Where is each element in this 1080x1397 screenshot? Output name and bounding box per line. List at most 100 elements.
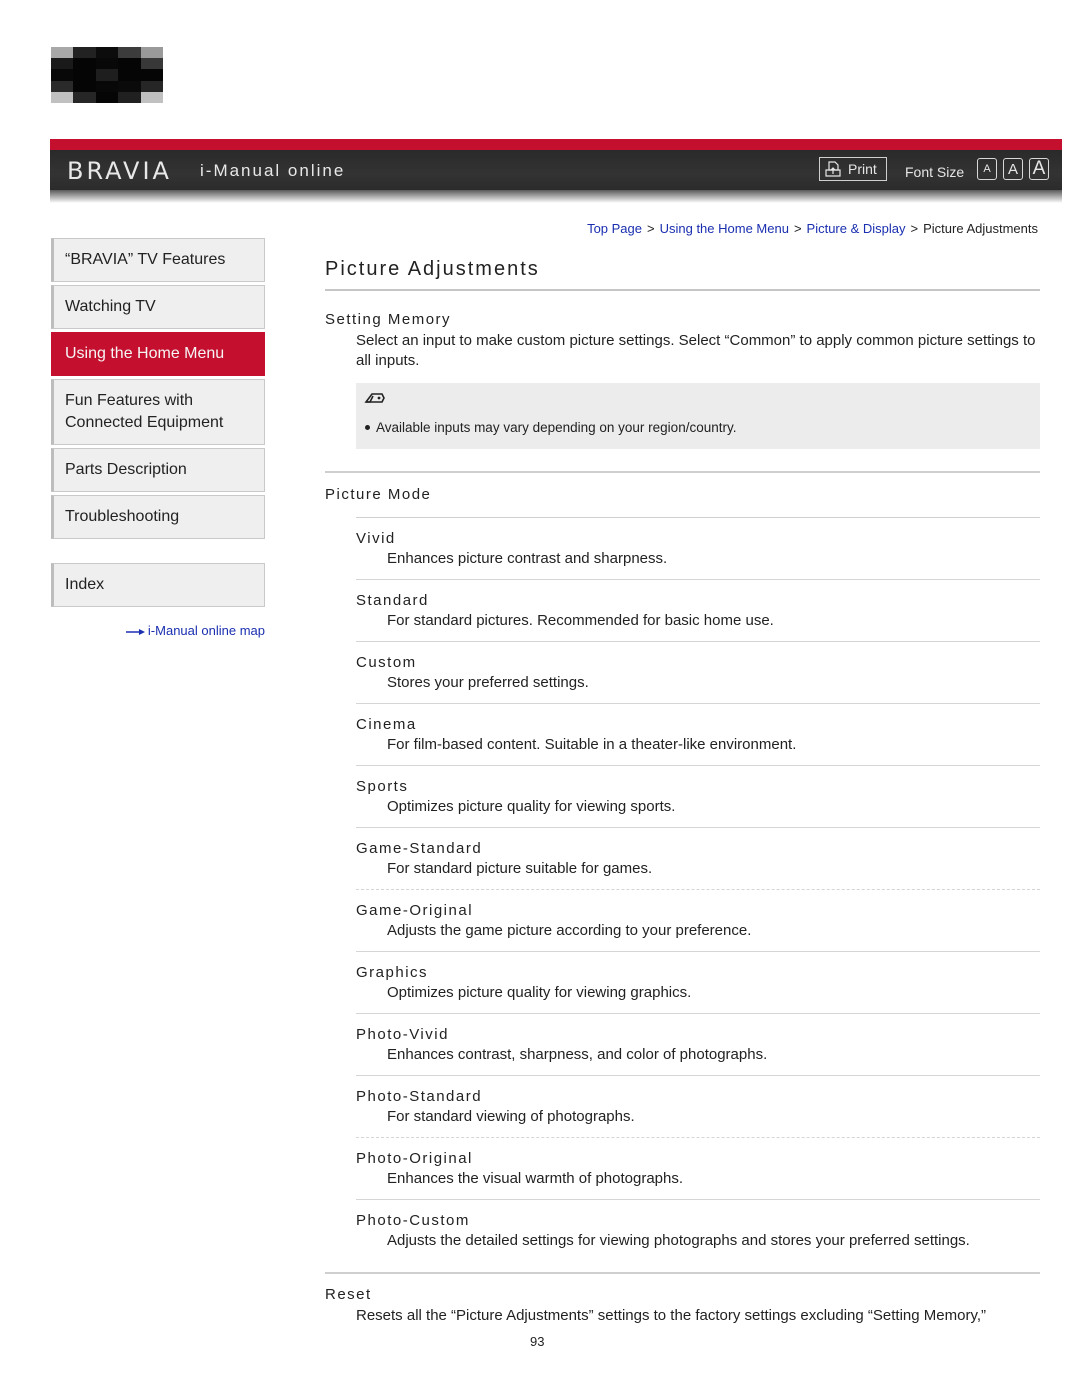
picture-mode-name: Custom [356,654,417,671]
logo-pixel [140,80,163,92]
picture-mode-item: Standard For standard pictures. Recommend… [356,580,1040,642]
picture-mode-name: Graphics [356,964,429,981]
print-label: Print [848,161,877,177]
sidebar-item-using-home-menu[interactable]: Using the Home Menu [51,332,265,376]
breadcrumb-separator: > [910,221,919,236]
sidebar-item-bravia-features[interactable]: “BRAVIA” TV Features [51,238,265,282]
logo-pixel [118,47,141,59]
picture-mode-title: Picture Mode [325,486,432,503]
picture-mode-name: Photo-Custom [356,1212,470,1229]
site-subtitle: i-Manual online [200,161,346,180]
sidebar-item-watching-tv[interactable]: Watching TV [51,285,265,329]
breadcrumb-using-home-menu[interactable]: Using the Home Menu [660,221,789,236]
logo-pixel [95,58,119,70]
picture-mode-description: Optimizes picture quality for viewing sp… [387,798,676,815]
sidebar-item-index[interactable]: Index [51,563,265,607]
logo-pixel [95,80,119,92]
note-pencil-icon [364,393,385,403]
arrow-right-icon [125,628,145,635]
logo-pixel [118,91,141,103]
logo-pixel [140,69,163,81]
logo-pixel [95,47,119,59]
logo-pixel [140,58,163,70]
picture-mode-name: Photo-Vivid [356,1026,449,1043]
logo-pixel [51,58,74,70]
print-button[interactable]: Print [819,157,887,181]
font-size-label: Font Size [905,164,965,180]
main-content: Picture Adjustments Setting Memory Selec… [325,258,1040,1326]
logo-pixel [118,58,141,70]
note-text: Available inputs may vary depending on y… [376,420,737,435]
picture-mode-description: For standard pictures. Recommended for b… [387,612,774,629]
picture-mode-item: Cinema For film-based content. Suitable i… [356,704,1040,766]
picture-mode-description: Optimizes picture quality for viewing gr… [387,984,692,1001]
picture-mode-name: Standard [356,592,429,609]
logo-pixel [73,47,96,59]
picture-mode-name: Sports [356,778,409,795]
picture-mode-name: Cinema [356,716,417,733]
pixel-logo [51,47,163,103]
logo-pixel [73,69,96,81]
header-toolbar: BRAVIA i-Manual online Print Font Size A… [50,150,1062,190]
logo-pixel [51,47,74,59]
sidebar-item-fun-features[interactable]: Fun Features with Connected Equipment [51,379,265,445]
page-title: Picture Adjustments [325,258,1040,291]
picture-mode-description: Enhances the visual warmth of photograph… [387,1170,684,1187]
section-divider [325,1272,1040,1274]
picture-mode-description: Enhances contrast, sharpness, and color … [387,1046,768,1063]
breadcrumb-picture-display[interactable]: Picture & Display [807,221,906,236]
picture-mode-item: Game-Original Adjusts the game picture ac… [356,890,1040,952]
logo-pixel [118,80,141,92]
picture-mode-name: Vivid [356,530,396,547]
picture-mode-item: Photo-Original Enhances the visual warmth… [356,1138,1040,1200]
picture-mode-item: Photo-Standard For standard viewing of ph… [356,1076,1040,1138]
bullet-icon [365,425,370,430]
brand-logo: BRAVIA [67,157,172,185]
note-box: Available inputs may vary depending on y… [356,383,1040,449]
picture-mode-item: Sports Optimizes picture quality for view… [356,766,1040,828]
picture-mode-name: Game-Original [356,902,474,919]
picture-mode-item: Photo-Vivid Enhances contrast, sharpness,… [356,1014,1040,1076]
setting-memory-description: Select an input to make custom picture s… [356,332,1036,369]
page-number: 93 [530,1334,545,1349]
picture-mode-description: Enhances picture contrast and sharpness. [387,550,668,567]
picture-mode-description: For standard viewing of photographs. [387,1108,635,1125]
logo-pixel [140,47,163,59]
logo-pixel [73,58,96,70]
header-accent-line [50,139,1062,150]
picture-mode-description: Stores your preferred settings. [387,674,589,691]
note-item: Available inputs may vary depending on y… [364,420,1032,435]
logo-pixel [73,91,96,103]
sidebar-item-parts-description[interactable]: Parts Description [51,448,265,492]
picture-mode-description: Adjusts the detailed settings for viewin… [387,1232,970,1249]
logo-pixel [118,69,141,81]
picture-mode-name: Photo-Original [356,1150,473,1167]
breadcrumb-separator: > [647,221,655,236]
manual-map-link[interactable]: i-Manual online map [51,623,265,638]
picture-mode-item: Game-Standard For standard picture suitab… [356,828,1040,890]
font-size-medium-button[interactable]: A [1003,158,1023,180]
font-size-small-button[interactable]: A [977,158,997,180]
breadcrumb-current: Picture Adjustments [923,221,1038,236]
breadcrumb-separator: > [793,221,802,236]
picture-mode-list: Vivid Enhances picture contrast and sharp… [356,517,1040,1262]
reset-title: Reset [325,1286,372,1303]
breadcrumb-top-page[interactable]: Top Page [587,221,642,236]
header-bar: BRAVIA i-Manual online Print Font Size A… [50,139,1062,203]
print-icon [825,161,841,177]
picture-mode-name: Game-Standard [356,840,483,857]
header-shadow [50,190,1062,203]
picture-mode-description: For film-based content. Suitable in a th… [387,736,797,753]
sidebar-item-troubleshooting[interactable]: Troubleshooting [51,495,265,539]
picture-mode-description: For standard picture suitable for games. [387,860,653,877]
logo-pixel [51,69,74,81]
reset-description: Resets all the “Picture Adjustments” set… [356,1307,986,1324]
manual-map-label: i-Manual online map [147,623,265,638]
picture-mode-item: Graphics Optimizes picture quality for vi… [356,952,1040,1014]
font-size-large-button[interactable]: A [1029,158,1049,180]
logo-pixel [73,80,96,92]
picture-mode-item: Vivid Enhances picture contrast and sharp… [356,518,1040,580]
picture-mode-description: Adjusts the game picture according to yo… [387,922,752,939]
logo-pixel [51,91,74,103]
sidebar-nav: “BRAVIA” TV Features Watching TV Using t… [51,238,265,638]
